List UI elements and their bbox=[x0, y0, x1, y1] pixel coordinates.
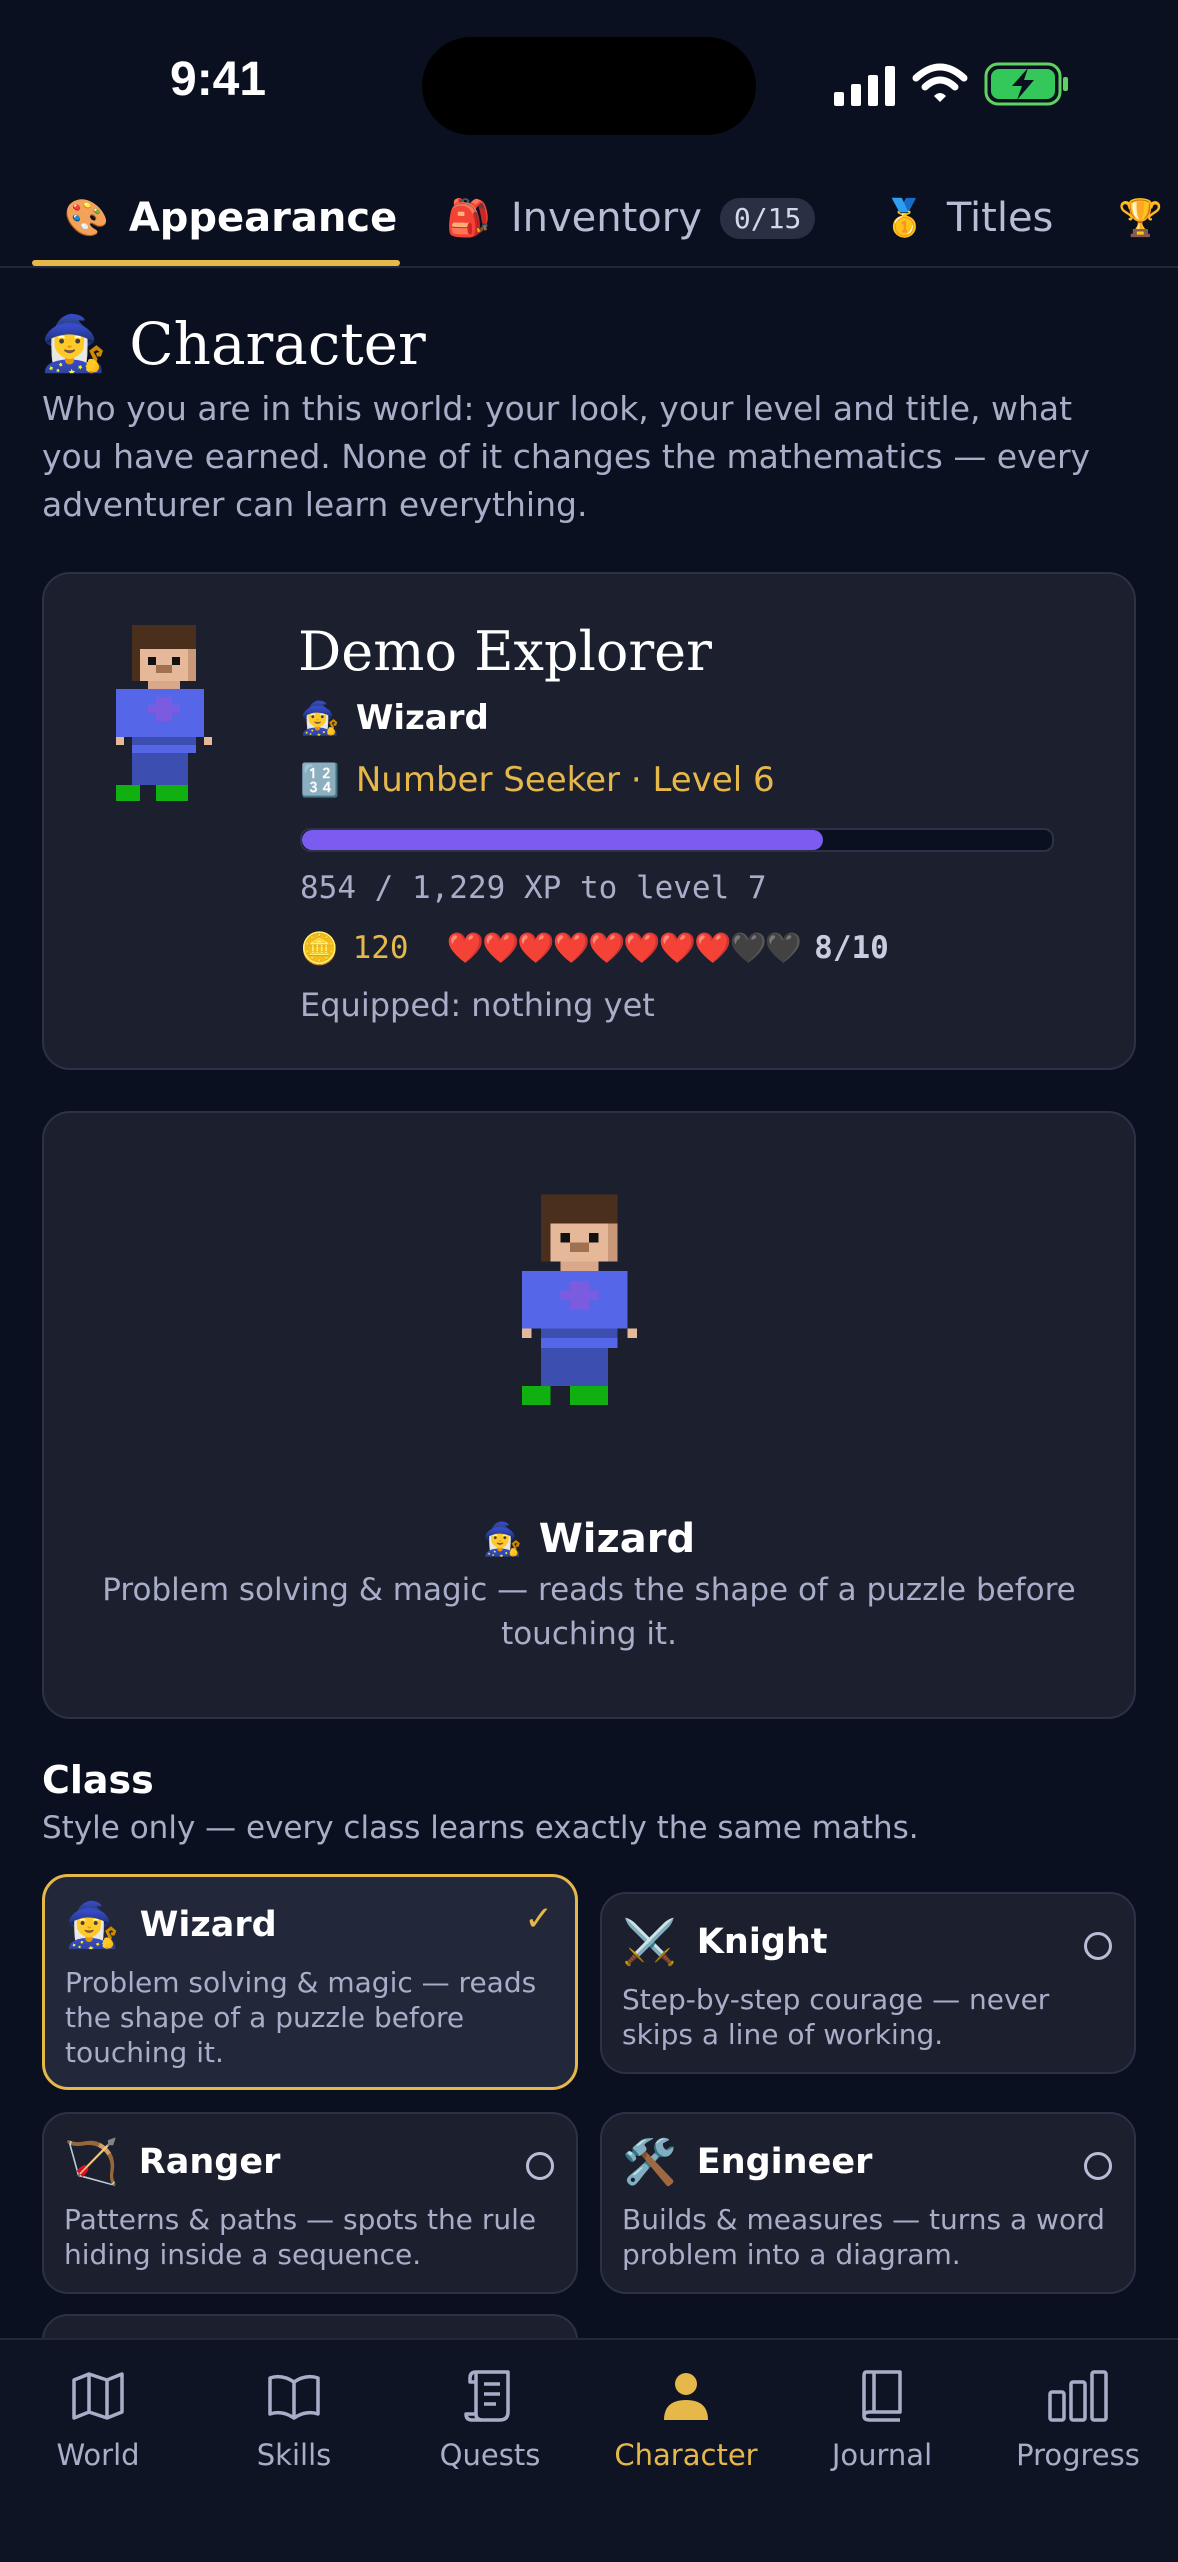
class-section-subtitle: Style only — every class learns exactly … bbox=[42, 1810, 919, 1846]
class-option-header: 🏹 Ranger bbox=[64, 2136, 280, 2188]
class-option-name: Ranger bbox=[138, 2142, 281, 2182]
tab-inventory[interactable]: 🎒 Inventory 0/15 bbox=[446, 190, 816, 246]
nav-progress[interactable]: Progress bbox=[980, 2368, 1176, 2472]
radio-unselected-icon bbox=[1084, 1932, 1112, 1960]
player-name: Demo Explorer bbox=[298, 620, 712, 683]
class-option-engineer[interactable]: 🛠️ Engineer Builds & measures — turns a … bbox=[600, 2112, 1136, 2294]
person-icon bbox=[664, 2373, 708, 2420]
category-tabs: 🎨 Appearance 🎒 Inventory 0/15 🥇 Titles 🏆 bbox=[0, 170, 1178, 268]
class-option-description: Step-by-step courage — never skips a lin… bbox=[622, 1983, 1050, 2051]
player-title-text: Number Seeker · Level 6 bbox=[355, 760, 775, 800]
palette-icon: 🎨 bbox=[64, 198, 109, 239]
nav-label: Quests bbox=[439, 2438, 541, 2472]
scroll-icon bbox=[464, 2370, 510, 2422]
radio-unselected-icon bbox=[526, 2152, 554, 2180]
xp-text: 854 / 1,229 XP to level 7 bbox=[300, 870, 767, 906]
class-option-ranger[interactable]: 🏹 Ranger Patterns & paths — spots the ru… bbox=[42, 2112, 578, 2294]
player-class: 🧙‍♀️ Wizard bbox=[300, 698, 489, 738]
tab-appearance[interactable]: 🎨 Appearance bbox=[64, 190, 397, 246]
numbers-icon: 🔢 bbox=[300, 761, 340, 799]
xp-progress-fill bbox=[302, 830, 823, 850]
avatar-sprite-large bbox=[522, 1194, 637, 1406]
class-option-name: Knight bbox=[696, 1922, 828, 1962]
bow-and-arrow-icon: 🏹 bbox=[64, 2137, 119, 2188]
class-option-header: 🛠️ Engineer bbox=[622, 2136, 872, 2188]
class-section-title: Class bbox=[42, 1758, 154, 1802]
player-stats: 🪙 120 ❤️❤️❤️❤️❤️❤️❤️❤️ 🖤🖤 8/10 bbox=[300, 924, 889, 972]
tab-label: Inventory bbox=[510, 195, 702, 241]
class-option-description: Patterns & paths — spots the rule hiding… bbox=[64, 2203, 537, 2271]
xp-progress-bar bbox=[300, 828, 1054, 852]
nav-label: Journal bbox=[831, 2438, 933, 2472]
medal-icon: 🥇 bbox=[882, 198, 927, 239]
class-option-name: Wizard bbox=[139, 1905, 277, 1945]
equipped-text: Equipped: nothing yet bbox=[300, 986, 655, 1024]
nav-world[interactable]: World bbox=[0, 2368, 196, 2472]
radio-unselected-icon bbox=[1084, 2152, 1112, 2180]
nav-journal[interactable]: Journal bbox=[784, 2368, 980, 2472]
wifi-icon bbox=[912, 63, 968, 102]
battery-icon bbox=[984, 62, 1068, 106]
dynamic-island bbox=[422, 37, 756, 135]
tab-label: Titles bbox=[946, 195, 1054, 241]
nav-label: Skills bbox=[256, 2438, 332, 2472]
crossed-swords-icon: ⚔️ bbox=[622, 1917, 677, 1968]
hearts-full-icon: ❤️❤️❤️❤️❤️❤️❤️❤️ bbox=[446, 930, 732, 966]
page-intro: Who you are in this world: your look, yo… bbox=[42, 389, 1091, 524]
class-option-header: ⚔️ Knight bbox=[622, 1916, 828, 1968]
trophy-icon: 🏆 bbox=[1118, 198, 1163, 239]
class-option-knight[interactable]: ⚔️ Knight Step-by-step courage — never s… bbox=[600, 1892, 1136, 2074]
page-title: 🧙‍♀️ Character bbox=[40, 310, 426, 378]
clock: 9:41 bbox=[170, 53, 267, 106]
nav-label: Progress bbox=[1016, 2438, 1140, 2472]
signal-icon bbox=[834, 66, 895, 106]
nav-quests[interactable]: Quests bbox=[392, 2368, 588, 2472]
coin-count: 120 bbox=[352, 930, 409, 966]
hearts-count: 8/10 bbox=[814, 930, 889, 966]
class-option-description: Builds & measures — turns a word problem… bbox=[622, 2203, 1105, 2271]
class-option-description: Problem solving & magic — reads the shap… bbox=[65, 1966, 537, 2069]
nav-skills[interactable]: Skills bbox=[196, 2368, 392, 2472]
avatar-sprite bbox=[116, 625, 212, 801]
class-option-wizard[interactable]: 🧙‍♀️ Wizard ✓ Problem solving & magic — … bbox=[42, 1874, 578, 2090]
tab-label: Appearance bbox=[128, 195, 398, 241]
coin-icon: 🪙 bbox=[300, 930, 339, 967]
bar-chart-icon bbox=[1048, 2370, 1108, 2422]
tab-trophies[interactable]: 🏆 bbox=[1118, 190, 1178, 246]
hearts-empty-icon: 🖤🖤 bbox=[729, 930, 802, 966]
preview-class-label: Wizard bbox=[538, 1516, 696, 1562]
class-option-name: Engineer bbox=[696, 2142, 873, 2182]
player-class-label: Wizard bbox=[355, 698, 489, 738]
checkmark-icon: ✓ bbox=[524, 1899, 554, 1939]
preview-class-name: 🧙‍♀️ Wizard bbox=[0, 1516, 1178, 1562]
backpack-icon: 🎒 bbox=[446, 198, 491, 239]
map-icon bbox=[72, 2372, 124, 2420]
wizard-icon: 🧙‍♀️ bbox=[40, 312, 108, 375]
inventory-count-badge: 0/15 bbox=[719, 197, 816, 239]
journal-icon bbox=[862, 2370, 902, 2422]
page-title-text: Character bbox=[129, 310, 426, 378]
nav-label: Character bbox=[614, 2438, 758, 2472]
book-open-icon bbox=[268, 2374, 320, 2420]
hammer-and-wrench-icon: 🛠️ bbox=[622, 2137, 677, 2188]
nav-character[interactable]: Character bbox=[588, 2368, 784, 2472]
nav-label: World bbox=[56, 2438, 140, 2472]
tab-titles[interactable]: 🥇 Titles bbox=[882, 190, 1053, 246]
wizard-icon: 🧙‍♀️ bbox=[300, 699, 340, 737]
player-title: 🔢 Number Seeker · Level 6 bbox=[300, 760, 775, 800]
bottom-nav: World Skills Quests Character Journal Pr… bbox=[0, 2338, 1178, 2562]
preview-class-description: Problem solving & magic — reads the shap… bbox=[102, 1572, 1076, 1652]
active-tab-indicator bbox=[32, 260, 400, 266]
wizard-icon: 🧙‍♀️ bbox=[65, 1900, 120, 1951]
class-option-header: 🧙‍♀️ Wizard bbox=[65, 1899, 277, 1951]
wizard-icon: 🧙‍♀️ bbox=[482, 1520, 523, 1558]
status-bar: 9:41 bbox=[0, 0, 1178, 170]
